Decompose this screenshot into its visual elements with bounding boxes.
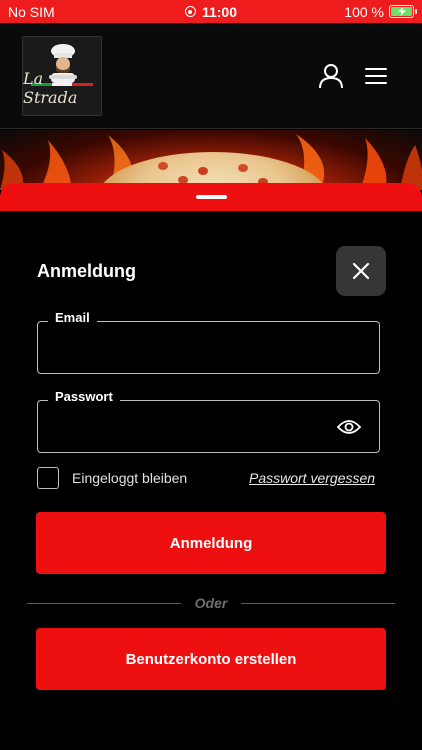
close-button[interactable] (336, 246, 386, 296)
battery-fill (391, 7, 412, 16)
charging-bolt-icon (397, 7, 406, 16)
carrier-label: No SIM (8, 3, 55, 20)
battery-icon (389, 5, 417, 18)
email-input[interactable] (38, 322, 379, 373)
email-field[interactable]: Email (37, 310, 380, 374)
create-account-button[interactable]: Benutzerkonto erstellen (36, 628, 386, 690)
remember-checkbox[interactable] (37, 467, 59, 489)
hero-image (0, 130, 422, 190)
divider-text: Oder (194, 595, 228, 611)
status-left: No SIM (8, 4, 55, 20)
divider-line-right (241, 602, 395, 604)
logo-text: La Strada (23, 69, 78, 107)
show-password-eye-icon[interactable] (337, 418, 361, 436)
sheet-drag-bar[interactable] (0, 183, 422, 211)
remember-label[interactable]: Eingeloggt bleiben (72, 470, 187, 486)
clock: 11:00 (201, 3, 238, 20)
battery-percent: 100 % (344, 3, 384, 20)
menu-icon[interactable] (364, 67, 388, 85)
remember-row: Eingeloggt bleiben Passwort vergessen (37, 467, 387, 489)
app-header: La Strada (0, 23, 422, 129)
login-button[interactable]: Anmeldung (36, 512, 386, 574)
screen-recording-icon (184, 6, 196, 17)
status-bar: No SIM 11:00 100 % (0, 0, 422, 23)
sheet-grabber-handle[interactable] (196, 195, 227, 199)
or-divider: Oder (27, 594, 395, 612)
divider-line-left (27, 602, 181, 604)
login-sheet: Anmeldung Email Passwort Eingeloggt blei… (0, 211, 422, 750)
status-right: 100 % (344, 3, 417, 20)
password-field[interactable]: Passwort (37, 389, 380, 453)
forgot-password-link[interactable]: Passwort vergessen (249, 470, 375, 486)
password-input[interactable] (38, 401, 379, 452)
restaurant-logo[interactable]: La Strada (22, 36, 102, 116)
login-title: Anmeldung (37, 261, 136, 281)
user-icon[interactable] (318, 63, 344, 89)
close-icon (352, 262, 370, 280)
